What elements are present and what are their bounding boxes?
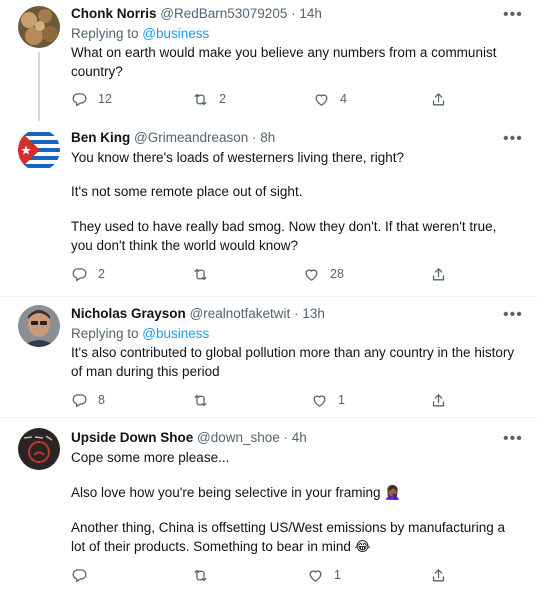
retweet-button[interactable] (192, 391, 219, 409)
more-icon[interactable]: ••• (503, 307, 522, 323)
tweet-actions: 1 (71, 566, 451, 584)
replying-to: Replying to @business (71, 326, 209, 341)
tweet-header: Chonk Norris @RedBarn53079205 · 14h (71, 6, 322, 21)
tweet-header: Nicholas Grayson @realnotfaketwit · 13h (71, 306, 325, 321)
user-handle[interactable]: @RedBarn53079205 (160, 6, 287, 21)
replying-to-prefix: Replying to (71, 326, 143, 341)
tweet-text: It's also contributed to global pollutio… (71, 345, 515, 379)
like-button[interactable]: 1 (307, 566, 341, 584)
display-name[interactable]: Nicholas Grayson (71, 306, 186, 321)
user-handle[interactable]: @Grimeandreason (134, 130, 248, 145)
tweet-text-paragraph: Also love how you're being selective in … (71, 485, 402, 500)
retweet-button[interactable] (192, 566, 219, 584)
reply-icon (71, 266, 88, 283)
reply-button[interactable]: 12 (71, 90, 112, 108)
retweet-icon (192, 392, 209, 409)
tweet-header: Ben King @Grimeandreason · 8h (71, 130, 275, 145)
share-icon (430, 567, 447, 584)
share-button[interactable] (430, 90, 447, 108)
like-button[interactable]: 4 (313, 90, 347, 108)
reply-button[interactable]: 8 (71, 391, 105, 409)
avatar[interactable] (18, 428, 60, 470)
tweet-4[interactable]: Upside Down Shoe @down_shoe · 4h ••• Cop… (0, 418, 538, 594)
tweet-text: What on earth would make you believe any… (71, 45, 497, 79)
tweet-actions: 8 1 (71, 391, 451, 409)
separator: · (287, 6, 300, 21)
user-handle[interactable]: @down_shoe (197, 430, 280, 445)
more-icon[interactable]: ••• (503, 131, 522, 147)
timestamp[interactable]: 14h (299, 6, 322, 21)
like-icon (311, 392, 328, 409)
tweet-2[interactable]: Ben King @Grimeandreason · 8h ••• You kn… (0, 121, 538, 296)
like-count: 1 (338, 393, 345, 407)
replying-to-link[interactable]: @business (142, 326, 209, 341)
share-icon (430, 91, 447, 108)
tweet-text-paragraph: Cope some more please... (71, 450, 230, 465)
timestamp[interactable]: 8h (260, 130, 275, 145)
replying-to: Replying to @business (71, 26, 209, 41)
like-icon (307, 567, 324, 584)
avatar[interactable] (18, 6, 60, 48)
retweet-button[interactable] (192, 265, 219, 283)
display-name[interactable]: Ben King (71, 130, 130, 145)
reply-icon (71, 567, 88, 584)
share-icon (430, 266, 447, 283)
retweet-icon (192, 567, 209, 584)
reply-icon (71, 91, 88, 108)
like-icon (303, 266, 320, 283)
tweet-text-paragraph: It's not some remote place out of sight. (71, 184, 303, 199)
avatar[interactable] (18, 129, 60, 171)
like-count: 4 (340, 92, 347, 106)
separator: · (279, 430, 292, 445)
retweet-count: 2 (219, 92, 226, 106)
tweet-1[interactable]: Chonk Norris @RedBarn53079205 · 14h ••• … (0, 0, 538, 121)
tweet-actions: 2 28 (71, 265, 451, 283)
share-button[interactable] (430, 566, 447, 584)
more-icon[interactable]: ••• (503, 7, 522, 23)
separator: · (290, 306, 303, 321)
reply-count: 8 (98, 393, 105, 407)
share-icon (430, 392, 447, 409)
reply-button[interactable] (71, 566, 98, 584)
display-name[interactable]: Upside Down Shoe (71, 430, 193, 445)
like-button[interactable]: 1 (311, 391, 345, 409)
timestamp[interactable]: 13h (302, 306, 325, 321)
user-handle[interactable]: @realnotfaketwit (190, 306, 291, 321)
thread-line (38, 52, 40, 121)
like-count: 28 (330, 267, 344, 281)
tweet-3[interactable]: Nicholas Grayson @realnotfaketwit · 13h … (0, 297, 538, 417)
reply-button[interactable]: 2 (71, 265, 105, 283)
separator: · (248, 130, 261, 145)
more-icon[interactable]: ••• (503, 431, 522, 447)
share-button[interactable] (430, 391, 447, 409)
tweet-text-paragraph: They used to have really bad smog. Now t… (71, 219, 497, 253)
retweet-icon (192, 91, 209, 108)
replying-to-prefix: Replying to (71, 26, 143, 41)
like-count: 1 (334, 568, 341, 582)
reply-count: 2 (98, 267, 105, 281)
tweet-actions: 12 2 4 (71, 90, 451, 108)
like-icon (313, 91, 330, 108)
retweet-button[interactable]: 2 (192, 90, 226, 108)
avatar[interactable] (18, 305, 60, 347)
replying-to-link[interactable]: @business (142, 26, 209, 41)
tweet-text-paragraph: Another thing, China is offsetting US/We… (71, 520, 505, 554)
share-button[interactable] (430, 265, 447, 283)
tweet-text-paragraph: You know there's loads of westerners liv… (71, 150, 405, 165)
reply-count: 12 (98, 92, 112, 106)
reply-icon (71, 392, 88, 409)
like-button[interactable]: 28 (303, 265, 344, 283)
tweet-header: Upside Down Shoe @down_shoe · 4h (71, 430, 307, 445)
retweet-icon (192, 266, 209, 283)
timestamp[interactable]: 4h (292, 430, 307, 445)
display-name[interactable]: Chonk Norris (71, 6, 157, 21)
